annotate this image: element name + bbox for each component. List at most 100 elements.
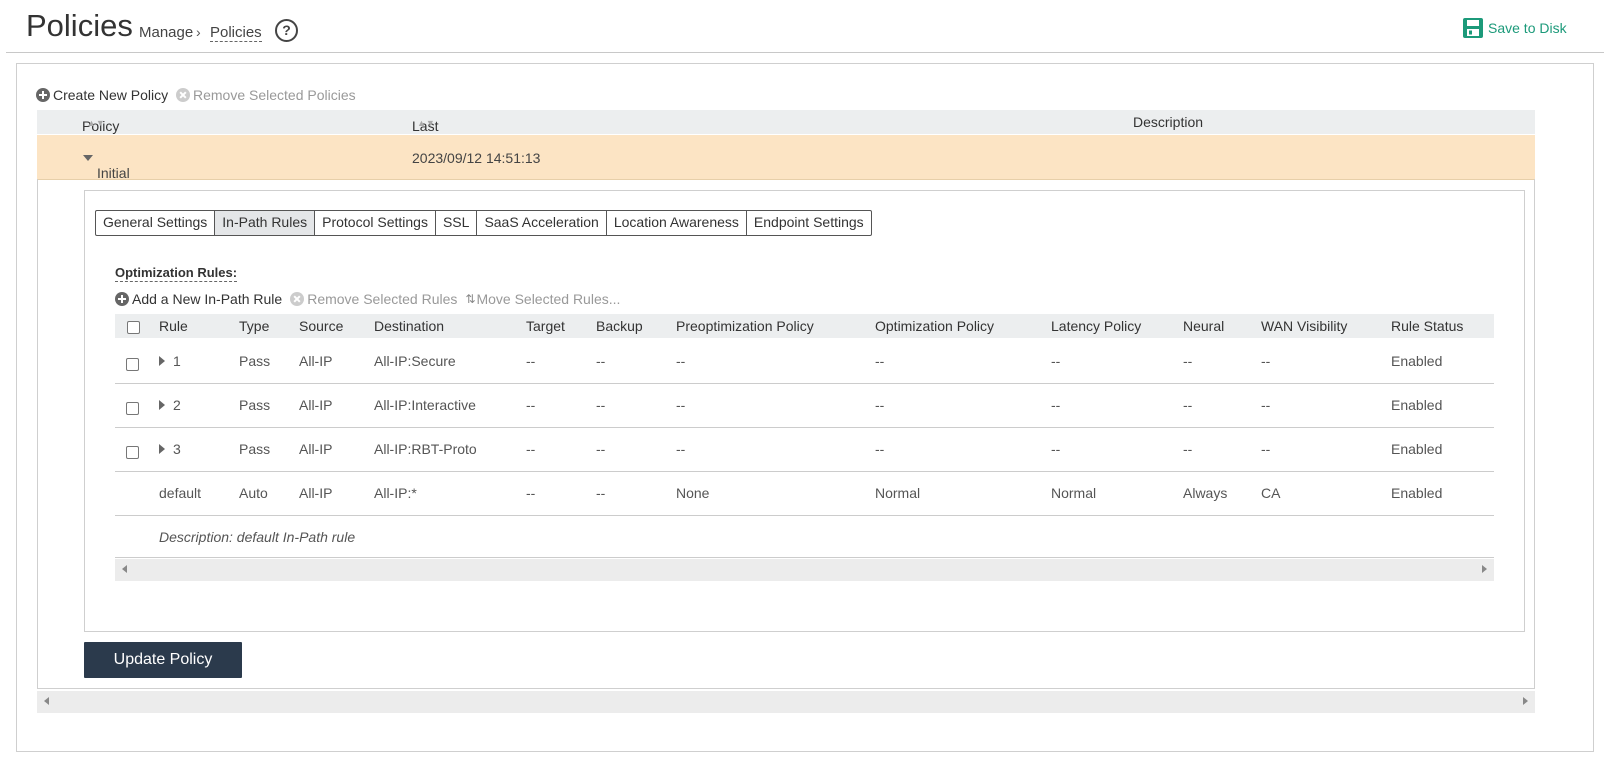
column-header-preoptimization-policy: Preoptimization Policy: [676, 318, 814, 334]
rule-number[interactable]: 2: [159, 397, 181, 413]
policies-horizontal-scrollbar[interactable]: [37, 691, 1535, 713]
cell-opt-policy: --: [875, 441, 885, 457]
cell-destination: All-IP:Secure: [374, 353, 456, 369]
cell-wan-visibility: --: [1261, 353, 1271, 369]
cell-type: Pass: [239, 353, 271, 369]
sort-icon: ▲▼: [87, 118, 105, 128]
add-rule-label: Add a New In-Path Rule: [132, 291, 283, 307]
row-checkbox[interactable]: [126, 446, 139, 459]
cell-rule-status: Enabled: [1391, 485, 1443, 501]
cell-target: --: [526, 441, 536, 457]
cell-destination: All-IP:RBT-Proto: [374, 441, 477, 457]
save-to-disk-button[interactable]: Save to Disk: [1463, 18, 1567, 38]
cell-destination: All-IP:*: [374, 485, 417, 501]
cell-latency-policy: --: [1051, 397, 1061, 413]
cell-neural: --: [1183, 397, 1193, 413]
rule-number: default: [159, 485, 202, 501]
table-row-default[interactable]: default Auto All-IP All-IP:* -- -- None …: [115, 472, 1494, 516]
create-policy-button[interactable]: Create New Policy: [36, 87, 168, 103]
select-all-checkbox[interactable]: [127, 321, 140, 334]
cell-backup: --: [596, 441, 606, 457]
cell-neural: --: [1183, 353, 1193, 369]
cell-type: Pass: [239, 397, 271, 413]
scroll-left-icon[interactable]: [122, 565, 127, 573]
cell-wan-visibility: CA: [1261, 485, 1281, 501]
move-arrows-icon: ⇅: [465, 292, 475, 306]
rules-horizontal-scrollbar[interactable]: [115, 559, 1494, 581]
policy-tabs: General Settings In-Path Rules Protocol …: [95, 210, 872, 236]
tab-in-path-rules[interactable]: In-Path Rules: [215, 211, 316, 235]
column-header-destination: Destination: [374, 318, 445, 334]
expand-triangle-icon: [159, 400, 165, 410]
column-header-target: Target: [526, 318, 565, 334]
cell-wan-visibility: --: [1261, 441, 1271, 457]
tab-saas-acceleration[interactable]: SaaS Acceleration: [477, 211, 607, 235]
cell-opt-policy: Normal: [875, 485, 921, 501]
update-policy-button[interactable]: Update Policy: [84, 642, 242, 678]
tab-general-settings[interactable]: General Settings: [96, 211, 216, 235]
cell-target: --: [526, 397, 536, 413]
tab-location-awareness[interactable]: Location Awareness: [607, 211, 747, 235]
expand-triangle-icon: [159, 444, 165, 454]
policy-table-header: Policy▲▼ Last Modified Time▲▼ Descriptio…: [37, 110, 1535, 166]
cell-source: All-IP: [299, 397, 333, 413]
cell-backup: --: [596, 485, 606, 501]
add-rule-button[interactable]: Add a New In-Path Rule: [115, 291, 282, 307]
expand-triangle-icon: [83, 155, 93, 161]
rule-number[interactable]: 3: [159, 441, 181, 457]
cell-destination: All-IP:Interactive: [374, 397, 476, 413]
sort-icon: ▲▼: [417, 118, 435, 128]
cell-backup: --: [596, 353, 606, 369]
save-to-disk-label: Save to Disk: [1488, 20, 1567, 36]
floppy-disk-icon: [1463, 18, 1483, 38]
column-header-rule: Rule: [159, 318, 188, 334]
rules-toolbar: Add a New In-Path Rule Remove Selected R…: [115, 291, 620, 307]
row-checkbox[interactable]: [126, 402, 139, 415]
breadcrumb-separator: ›: [196, 24, 201, 40]
column-header-description: Description: [1133, 114, 1204, 130]
cell-preopt-policy: None: [676, 485, 710, 501]
header-divider: [6, 52, 1604, 53]
breadcrumb-manage[interactable]: Manage: [139, 24, 193, 41]
rule-number[interactable]: 1: [159, 353, 181, 369]
cell-source: All-IP: [299, 353, 333, 369]
tab-endpoint-settings[interactable]: Endpoint Settings: [747, 211, 871, 235]
cell-source: All-IP: [299, 441, 333, 457]
scroll-right-icon[interactable]: [1523, 697, 1528, 705]
move-rules-button[interactable]: ⇅ Move Selected Rules...: [465, 291, 620, 307]
move-rules-label: Move Selected Rules...: [476, 291, 621, 307]
remove-policies-button[interactable]: Remove Selected Policies: [176, 87, 356, 103]
expand-triangle-icon: [159, 356, 165, 366]
cell-rule-status: Enabled: [1391, 353, 1443, 369]
scroll-right-icon[interactable]: [1482, 565, 1487, 573]
scroll-left-icon[interactable]: [44, 697, 49, 705]
cell-preopt-policy: --: [676, 353, 686, 369]
policy-name[interactable]: Initial: [83, 150, 130, 181]
column-header-rule-status: Rule Status: [1391, 318, 1464, 334]
breadcrumb-policies[interactable]: Policies: [210, 24, 262, 42]
column-header-latency-policy: Latency Policy: [1051, 318, 1142, 334]
column-header-source: Source: [299, 318, 344, 334]
create-policy-label: Create New Policy: [53, 87, 169, 103]
cell-rule-status: Enabled: [1391, 397, 1443, 413]
remove-circle-icon: [290, 292, 305, 306]
help-icon[interactable]: ?: [275, 19, 298, 42]
add-circle-icon: [36, 88, 50, 102]
table-row[interactable]: 2 Pass All-IP All-IP:Interactive -- -- -…: [115, 384, 1494, 428]
row-checkbox[interactable]: [126, 358, 139, 371]
table-row[interactable]: 3 Pass All-IP All-IP:RBT-Proto -- -- -- …: [115, 428, 1494, 472]
remove-rules-button[interactable]: Remove Selected Rules: [290, 291, 457, 307]
remove-circle-icon: [176, 88, 190, 102]
optimization-rules-label: Optimization Rules:: [115, 265, 238, 282]
table-row[interactable]: 1 Pass All-IP All-IP:Secure -- -- -- -- …: [115, 340, 1494, 384]
tab-ssl[interactable]: SSL: [436, 211, 478, 235]
cell-latency-policy: Normal: [1051, 485, 1097, 501]
add-circle-icon: [115, 292, 129, 306]
cell-opt-policy: --: [875, 397, 885, 413]
cell-type: Auto: [239, 485, 268, 501]
column-header-neural: Neural: [1183, 318, 1225, 334]
tab-protocol-settings[interactable]: Protocol Settings: [315, 211, 436, 235]
policy-row-initial[interactable]: Initial 2023/09/12 14:51:13: [37, 135, 1535, 181]
cell-target: --: [526, 485, 536, 501]
column-header-backup: Backup: [596, 318, 643, 334]
